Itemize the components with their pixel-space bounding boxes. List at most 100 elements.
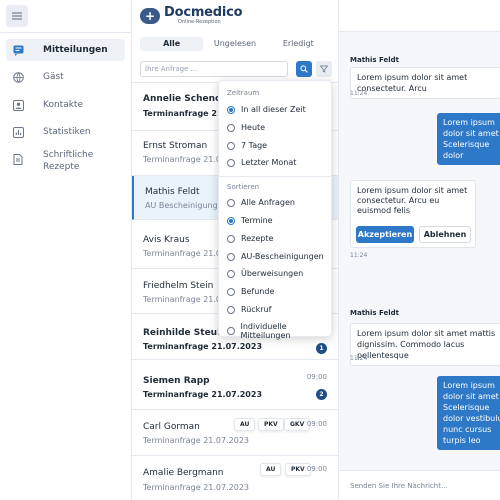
message-time: 11:24 <box>350 252 368 259</box>
list-item[interactable]: AU PKV GKV 09:00 Carl Gorman Terminanfra… <box>132 410 338 456</box>
search-input[interactable] <box>140 61 288 77</box>
list-item[interactable]: 09:00 Siemen Rapp Terminanfrage 21.07.20… <box>132 360 338 410</box>
contact-name: Reinhilde Steube <box>143 328 230 338</box>
sender-name: Mathis Feldt <box>350 309 400 317</box>
decline-button[interactable]: Ablehnen <box>419 226 471 243</box>
sidebar-item-label: Statistiken <box>43 127 91 137</box>
option-label: Termine <box>241 216 273 225</box>
option-label: Heute <box>241 123 266 132</box>
option-label: 7 Tage <box>241 141 268 150</box>
sidebar-item-schriftliche-rezepte[interactable]: Schriftliche Rezepte <box>6 148 125 174</box>
filter-icon <box>320 65 328 73</box>
message-subject: Terminanfrage 21.07.2023 <box>143 483 250 492</box>
sidebar-item-kontakte[interactable]: Kontakte <box>6 94 125 116</box>
medical-cross-icon: + <box>140 7 160 24</box>
message-composer <box>339 470 500 500</box>
option-label: Rückruf <box>241 305 272 314</box>
contact-name: Avis Kraus <box>143 235 190 245</box>
sort-option[interactable]: Rückruf <box>227 305 271 314</box>
tag-badge: AU <box>260 463 282 476</box>
sort-option[interactable]: Befunde <box>227 287 274 296</box>
radio <box>227 305 235 314</box>
sidebar-item-label: Gäst <box>43 72 64 82</box>
sidebar-divider <box>0 32 132 33</box>
period-option[interactable]: In all dieser Zeit <box>227 105 306 114</box>
sort-option[interactable]: Individuelle Mitteilungen <box>227 322 331 340</box>
brand-subtitle: Online-Rezeption <box>178 19 221 25</box>
tab-alle[interactable]: Alle <box>140 37 204 51</box>
message-subject: Terminanfrage 21.07.2023 <box>143 390 263 399</box>
radio-selected <box>227 105 235 114</box>
globe-icon <box>12 71 24 83</box>
contact-name: Annelie Schenck <box>143 94 227 104</box>
search-button[interactable] <box>296 61 312 77</box>
option-label: Letzter Monat <box>241 158 297 167</box>
incoming-message: Lorem ipsum dolor sit amet mattis dignis… <box>350 323 500 366</box>
radio-selected <box>227 216 235 225</box>
option-label: Individuelle Mitteilungen <box>240 322 291 340</box>
sidebar-item-label: Schriftliche Rezepte <box>43 150 94 172</box>
list-item[interactable]: AU PKV 09:00 Amalie Bergmann Terminanfra… <box>132 456 338 500</box>
request-text: Lorem ipsum dolor sit amet consectetur. … <box>357 186 468 215</box>
period-option[interactable]: 7 Tage <box>227 141 267 150</box>
filter-button[interactable] <box>316 61 332 77</box>
document-icon <box>12 153 24 165</box>
period-option[interactable]: Heute <box>227 123 265 132</box>
radio <box>227 252 235 261</box>
contact-name: Ernst Stroman <box>143 141 208 151</box>
search-bar <box>140 61 332 77</box>
sort-option[interactable]: Überweisungen <box>227 269 303 278</box>
radio <box>227 198 235 207</box>
sidebar-item-gaest[interactable]: Gäst <box>6 66 125 88</box>
message-time: 09:00 <box>306 373 327 381</box>
search-icon <box>300 65 308 73</box>
period-heading: Zeitraum <box>227 89 260 97</box>
option-label: Überweisungen <box>241 269 304 278</box>
message-time: 11:24 <box>350 355 368 362</box>
message-time: 09:00 <box>306 465 327 473</box>
sidebar-item-statistiken[interactable]: Statistiken <box>6 121 125 143</box>
brand-name: Docmedico <box>164 5 243 20</box>
sidebar: Mitteilungen Gäst Kontakte Statistiken S… <box>0 0 132 500</box>
incoming-message: Lorem ipsum dolor sit amet consectetur. … <box>350 67 500 99</box>
request-card: Lorem ipsum dolor sit amet consectetur. … <box>350 180 476 248</box>
tab-erledigt[interactable]: Erledigt <box>267 37 330 51</box>
period-option[interactable]: Letzter Monat <box>227 158 296 167</box>
option-label: In all dieser Zeit <box>241 105 306 114</box>
accept-button[interactable]: Akzeptieren <box>356 226 414 243</box>
message-subject: AU Bescheinigung <box>145 201 218 210</box>
contact-name: Amalie Bergmann <box>143 468 224 478</box>
sort-option[interactable]: AU-Bescheinigungen <box>227 252 324 261</box>
radio <box>227 234 235 243</box>
dropdown-divider <box>219 176 331 177</box>
sidebar-item-label: Kontakte <box>43 100 83 110</box>
sidebar-item-mitteilungen[interactable]: Mitteilungen <box>6 39 125 61</box>
outgoing-message: Lorem ipsum dolor sit amet Scelerisque d… <box>437 376 500 450</box>
sort-option[interactable]: Termine <box>227 216 273 225</box>
chat-panel: Mathis Feldt Lorem ipsum dolor sit amet … <box>339 0 500 500</box>
sender-name: Mathis Feldt <box>350 56 400 64</box>
chat-header <box>339 0 500 32</box>
radio <box>227 141 235 150</box>
contact-name: Siemen Rapp <box>143 376 210 386</box>
radio <box>227 123 235 132</box>
option-label: Alle Anfragen <box>241 198 296 207</box>
option-label: Befunde <box>241 287 275 296</box>
sort-option[interactable]: Alle Anfragen <box>227 198 295 207</box>
tab-ungelesen[interactable]: Ungelesen <box>203 37 266 51</box>
filter-tabs: Alle Ungelesen Erledigt <box>140 37 330 51</box>
tag-badge: PKV <box>258 418 284 431</box>
menu-toggle-button[interactable] <box>6 5 28 27</box>
contact-name: Carl Gorman <box>143 422 200 432</box>
unread-count-badge: 1 <box>316 343 327 354</box>
contact-name: Mathis Feldt <box>145 187 200 197</box>
radio <box>227 287 235 296</box>
message-subject: Terminanfrage 21.07.2023 <box>143 436 250 445</box>
radio <box>227 327 235 335</box>
option-label: Rezepte <box>241 234 274 243</box>
message-input[interactable] <box>339 471 500 500</box>
chat-icon <box>12 44 24 56</box>
sort-option[interactable]: Rezepte <box>227 234 273 243</box>
radio <box>227 158 235 167</box>
contacts-icon <box>12 99 24 111</box>
